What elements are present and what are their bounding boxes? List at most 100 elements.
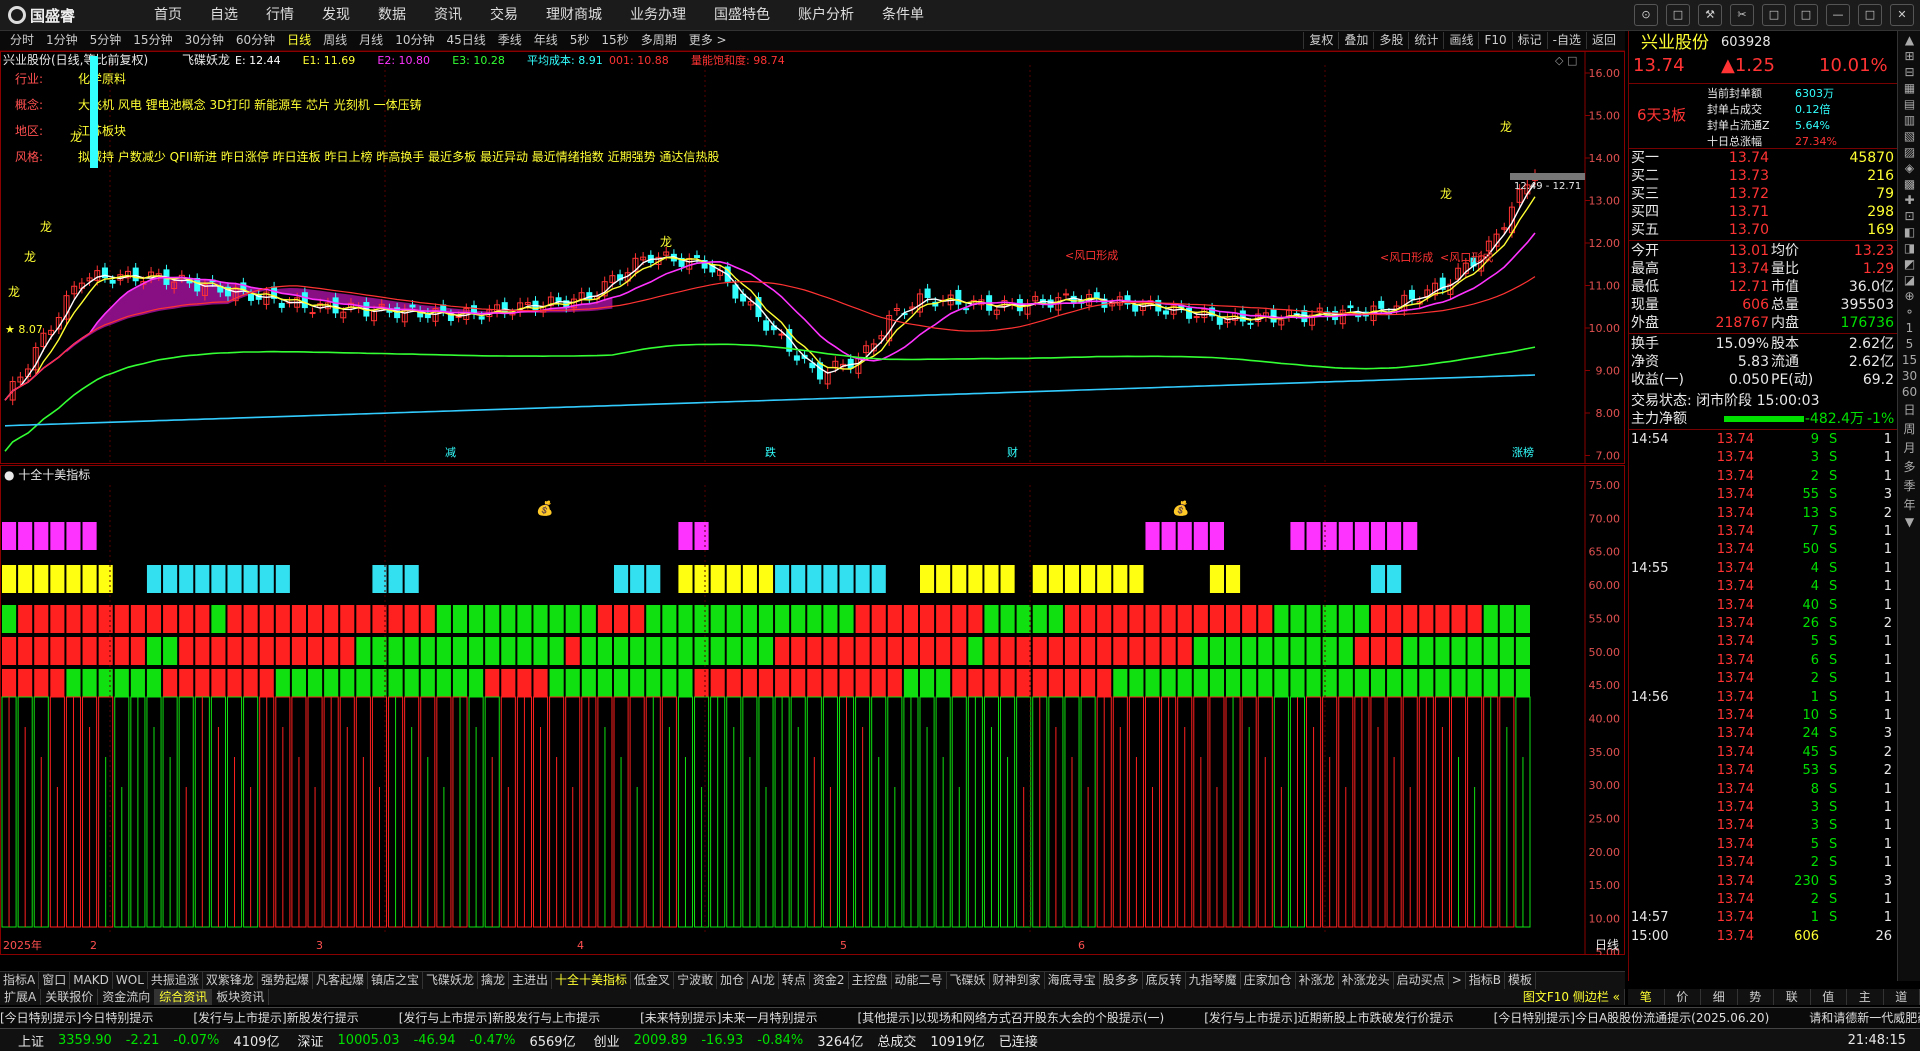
sidebar-button-6[interactable]: ▧ [1898,129,1920,143]
sidebar-button-0[interactable]: ▲ [1898,33,1920,47]
period-tab-6[interactable]: 日线 [281,32,317,49]
period-tab-13[interactable]: 5秒 [564,32,596,49]
menu-item-9[interactable]: 国盛特色 [700,0,784,30]
news-item[interactable]: 请和请德新一代威肥药 [1809,1011,1920,1025]
tool-button-8[interactable]: 返回 [1586,32,1621,49]
indicator-tab-27[interactable]: 庄家加仓 [1241,972,1296,989]
indicator-tab-31[interactable]: > [1449,972,1466,989]
sidebar-button-16[interactable]: ⊕ [1898,289,1920,303]
index-name[interactable]: 创业 [594,1031,620,1050]
menu-item-1[interactable]: 自选 [196,0,252,30]
sidebar-button-2[interactable]: ⊟ [1898,65,1920,79]
indicator-tab-33[interactable]: 模板 [1505,972,1536,989]
tool-button-6[interactable]: 标记 [1512,32,1547,49]
sidebar-button-28[interactable]: 年 [1898,496,1920,513]
tool-button-1[interactable]: 叠加 [1338,32,1373,49]
window-button-2[interactable]: ⚒ [1698,4,1722,26]
window-button-1[interactable]: □ [1666,4,1690,26]
quote-tab-3[interactable]: 势 [1738,989,1775,1005]
indicator-tab-28[interactable]: 补涨龙 [1296,972,1339,989]
tool-button-7[interactable]: -自选 [1547,32,1586,49]
sidebar-button-26[interactable]: 多 [1898,458,1920,475]
news-item[interactable]: [今日特别提示]今日特别提示 [0,1011,153,1025]
extension-tab-0[interactable]: 扩展A [0,989,41,1005]
quote-tab-6[interactable]: 主 [1847,989,1884,1005]
menu-item-0[interactable]: 首页 [140,0,196,30]
indicator-tab-29[interactable]: 补涨龙头 [1339,972,1394,989]
period-tab-11[interactable]: 季线 [492,32,528,49]
menu-item-5[interactable]: 资讯 [420,0,476,30]
sidebar-button-25[interactable]: 月 [1898,439,1920,456]
quote-tab-0[interactable]: 笔 [1628,989,1665,1005]
period-tab-0[interactable]: 分时 [4,32,40,49]
kline-chart[interactable]: 16.0015.0014.0013.0012.0011.0010.009.008… [0,51,1625,464]
indicator-tab-22[interactable]: 财神到家 [990,972,1045,989]
indicator-tab-23[interactable]: 海底寻宝 [1045,972,1100,989]
window-button-4[interactable]: □ [1762,4,1786,26]
menu-item-6[interactable]: 交易 [476,0,532,30]
window-button-6[interactable]: — [1826,4,1850,26]
indicator-tab-14[interactable]: 宁波敢 [674,972,717,989]
indicator-tab-8[interactable]: 镇店之宝 [368,972,423,989]
sidebar-button-29[interactable]: ▼ [1898,515,1920,529]
quote-tab-4[interactable]: 联 [1774,989,1811,1005]
indicator-tab-16[interactable]: AI龙 [748,972,779,989]
sidebar-button-17[interactable]: ⚬ [1898,305,1920,319]
indicator-tab-12[interactable]: 十全十美指标 [552,972,631,989]
news-item[interactable]: [发行与上市提示]新股发行提示 [193,1011,358,1025]
indicator-tab-18[interactable]: 资金2 [810,972,849,989]
indicator-tab-19[interactable]: 主控盘 [849,972,892,989]
extension-tab-2[interactable]: 资金流向 [98,989,155,1005]
sidebar-button-10[interactable]: ✚ [1898,193,1920,207]
sidebar-button-5[interactable]: ▥ [1898,113,1920,127]
news-item[interactable]: [发行与上市提示]近期新股上市跌破发行价提示 [1204,1011,1453,1025]
indicator-tab-32[interactable]: 指标B [1466,972,1505,989]
sidebar-button-7[interactable]: ▨ [1898,145,1920,159]
window-button-0[interactable]: ⊙ [1634,4,1658,26]
sidebar-button-18[interactable]: 1 [1898,321,1920,335]
sidebar-button-20[interactable]: 15 [1898,353,1920,367]
period-tab-2[interactable]: 5分钟 [84,32,128,49]
sidebar-button-14[interactable]: ◩ [1898,257,1920,271]
sidebar-button-8[interactable]: ◈ [1898,161,1920,175]
indicator-tab-10[interactable]: 擒龙 [478,972,509,989]
quote-tab-2[interactable]: 细 [1701,989,1738,1005]
news-item[interactable]: [其他提示]以现场和网络方式召开股东大会的个股提示(一) [858,1011,1165,1025]
period-tab-8[interactable]: 月线 [353,32,389,49]
indicator-tab-7[interactable]: 凡客起爆 [313,972,368,989]
period-tab-1[interactable]: 1分钟 [40,32,84,49]
indicator-tab-6[interactable]: 强势起爆 [258,972,313,989]
f10-link[interactable]: 图文F10 侧边栏 « [1519,989,1625,1005]
indicator-tab-13[interactable]: 低金叉 [631,972,674,989]
tool-button-0[interactable]: 复权 [1303,32,1338,49]
menu-item-7[interactable]: 理财商城 [532,0,616,30]
period-tab-10[interactable]: 45日线 [440,32,491,49]
menu-item-11[interactable]: 条件单 [868,0,938,30]
period-tab-12[interactable]: 年线 [528,32,564,49]
indicator-tab-0[interactable]: 指标A [0,972,39,989]
quote-tab-5[interactable]: 值 [1811,989,1848,1005]
menu-item-3[interactable]: 发现 [308,0,364,30]
quote-tab-7[interactable]: 道 [1884,989,1920,1005]
period-tab-15[interactable]: 多周期 [635,32,683,49]
news-item[interactable]: [发行与上市提示]新股发行与上市提示 [399,1011,600,1025]
sidebar-button-9[interactable]: ▩ [1898,177,1920,191]
tool-button-3[interactable]: 统计 [1408,32,1443,49]
window-button-5[interactable]: □ [1794,4,1818,26]
indicator-tab-1[interactable]: 窗口 [39,972,70,989]
news-item[interactable]: [未来特别提示]未来一月特别提示 [640,1011,817,1025]
menu-item-4[interactable]: 数据 [364,0,420,30]
window-button-3[interactable]: ✂ [1730,4,1754,26]
sidebar-button-15[interactable]: ◪ [1898,273,1920,287]
sidebar-button-3[interactable]: ▦ [1898,81,1920,95]
menu-item-2[interactable]: 行情 [252,0,308,30]
menu-item-10[interactable]: 账户分析 [784,0,868,30]
period-tab-5[interactable]: 60分钟 [230,32,281,49]
sidebar-button-1[interactable]: ⊞ [1898,49,1920,63]
index-name[interactable]: 上证 [18,1031,44,1050]
menu-item-8[interactable]: 业务办理 [616,0,700,30]
index-name[interactable]: 深证 [298,1031,324,1050]
extension-tab-4[interactable]: 板块资讯 [212,989,269,1005]
period-tab-4[interactable]: 30分钟 [179,32,230,49]
indicator-tab-20[interactable]: 动能二号 [892,972,947,989]
